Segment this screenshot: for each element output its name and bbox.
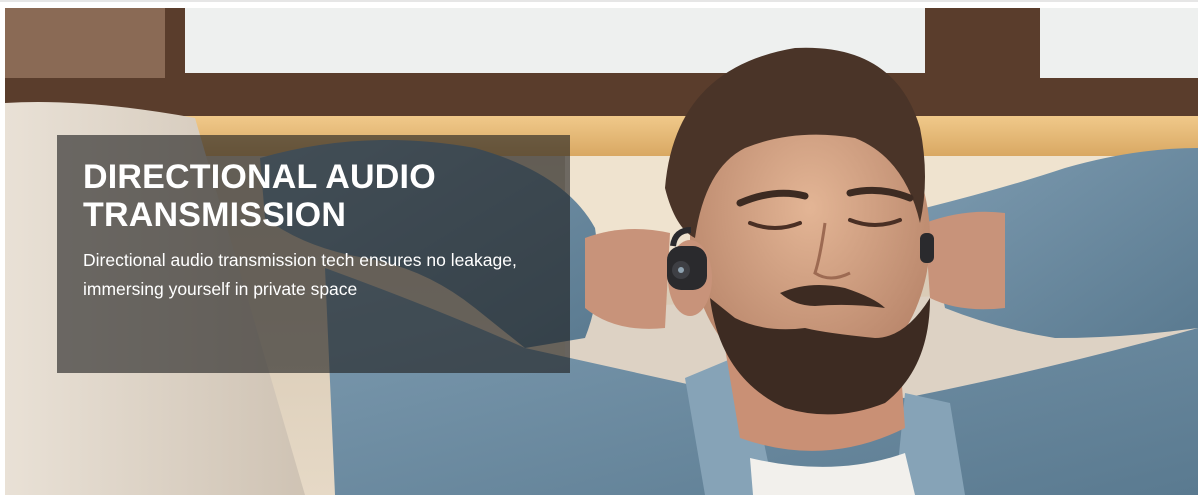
feature-headline-line2: TRANSMISSION	[83, 196, 347, 234]
feature-headline-line1: DIRECTIONAL AUDIO	[83, 158, 436, 196]
page: DIRECTIONAL AUDIO TRANSMISSION Direction…	[0, 0, 1198, 495]
feature-description: Directional audio transmission tech ensu…	[83, 250, 517, 299]
feature-callout-panel: DIRECTIONAL AUDIO TRANSMISSION Direction…	[57, 135, 570, 373]
hero-banner: DIRECTIONAL AUDIO TRANSMISSION Direction…	[5, 8, 1198, 495]
top-divider	[0, 0, 1198, 2]
feature-headline: DIRECTIONAL AUDIO TRANSMISSION	[83, 158, 544, 234]
